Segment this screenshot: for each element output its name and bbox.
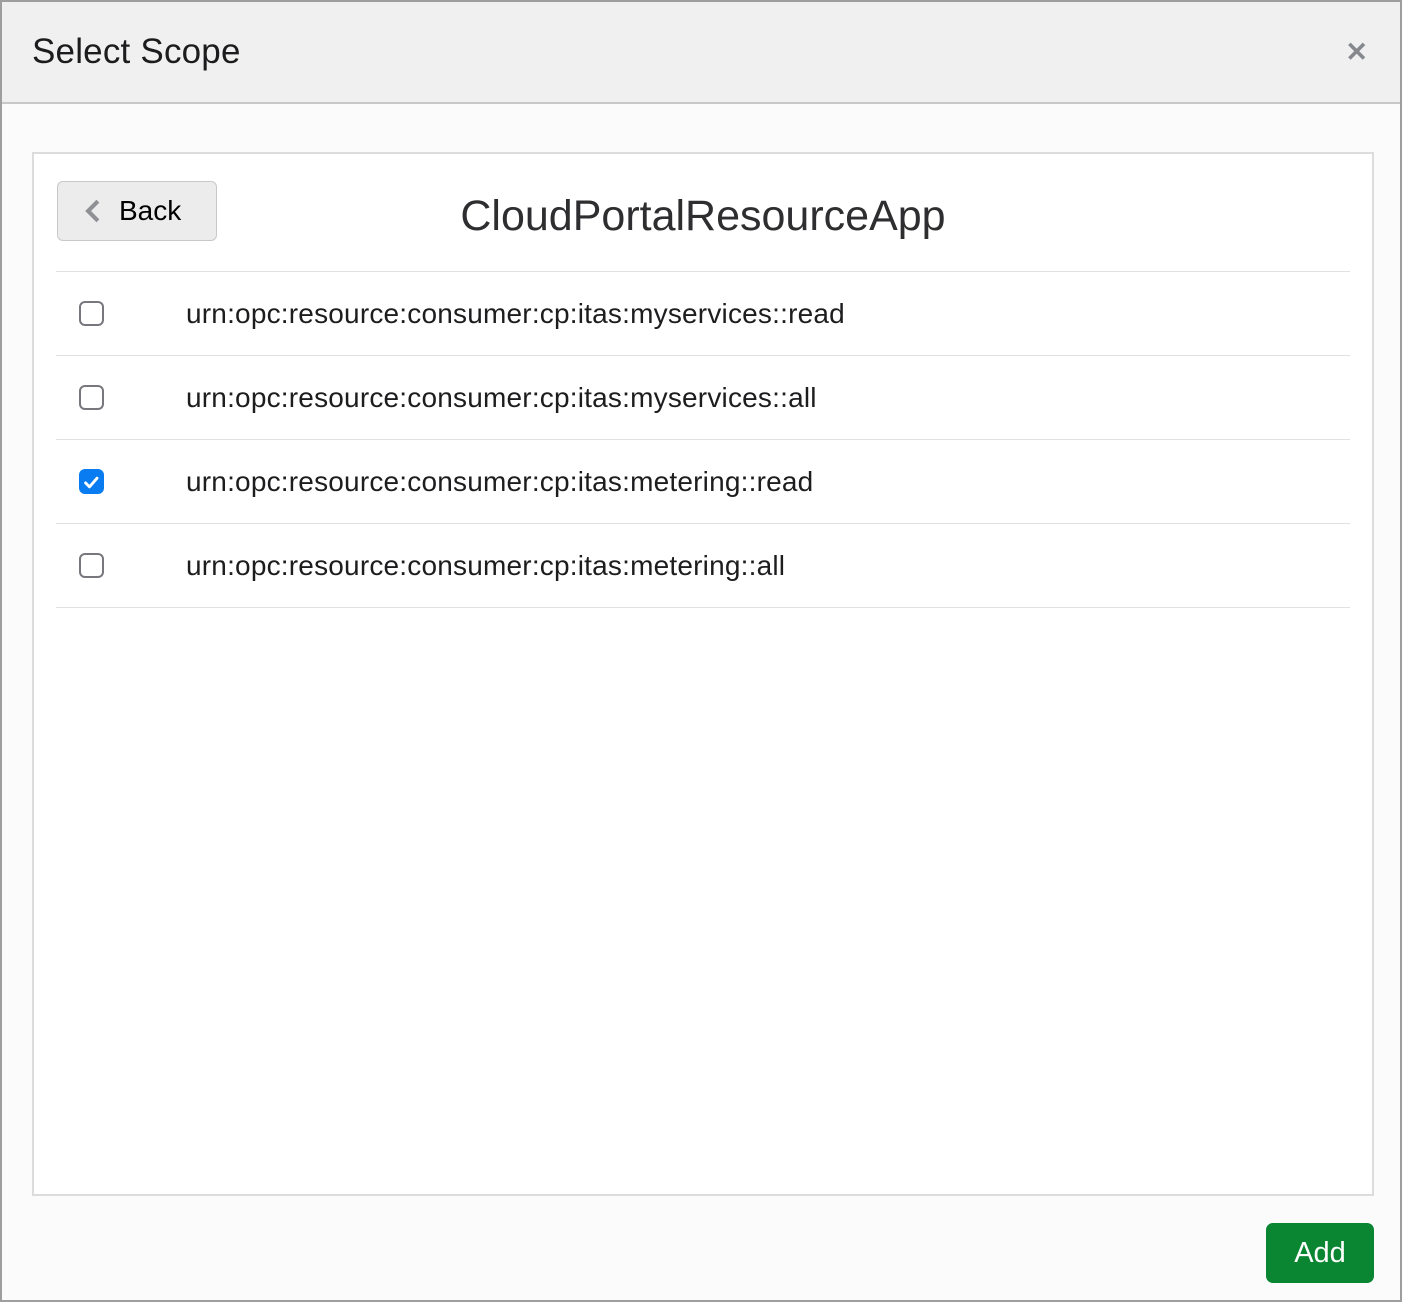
- scope-row: urn:opc:resource:consumer:cp:itas:myserv…: [56, 272, 1350, 356]
- dialog-body: Back CloudPortalResourceApp urn:opc:reso…: [2, 104, 1400, 1300]
- scope-checkbox[interactable]: [79, 469, 104, 494]
- scope-row: urn:opc:resource:consumer:cp:itas:meteri…: [56, 524, 1350, 608]
- resource-app-title: CloudPortalResourceApp: [56, 154, 1350, 241]
- scope-label: urn:opc:resource:consumer:cp:itas:myserv…: [186, 298, 845, 330]
- back-button[interactable]: Back: [57, 181, 217, 241]
- scope-checkbox[interactable]: [79, 385, 104, 410]
- panel-header: Back CloudPortalResourceApp: [56, 154, 1350, 272]
- checkmark-icon: [82, 473, 101, 492]
- scope-label: urn:opc:resource:consumer:cp:itas:myserv…: [186, 382, 817, 414]
- add-button[interactable]: Add: [1266, 1223, 1374, 1283]
- select-scope-dialog: Select Scope ✕ Back CloudPortalResourceA…: [0, 0, 1402, 1302]
- scope-label: urn:opc:resource:consumer:cp:itas:meteri…: [186, 550, 785, 582]
- back-button-label: Back: [119, 195, 181, 227]
- scope-checkbox[interactable]: [79, 301, 104, 326]
- scope-row: urn:opc:resource:consumer:cp:itas:meteri…: [56, 440, 1350, 524]
- scope-panel: Back CloudPortalResourceApp urn:opc:reso…: [32, 152, 1374, 1196]
- close-icon[interactable]: ✕: [1345, 39, 1368, 66]
- dialog-footer: Add: [32, 1196, 1374, 1300]
- dialog-header: Select Scope ✕: [2, 2, 1400, 104]
- scope-row: urn:opc:resource:consumer:cp:itas:myserv…: [56, 356, 1350, 440]
- dialog-title: Select Scope: [32, 32, 241, 72]
- chevron-left-icon: [84, 197, 102, 225]
- scope-list: urn:opc:resource:consumer:cp:itas:myserv…: [56, 272, 1350, 608]
- scope-label: urn:opc:resource:consumer:cp:itas:meteri…: [186, 466, 813, 498]
- scope-checkbox[interactable]: [79, 553, 104, 578]
